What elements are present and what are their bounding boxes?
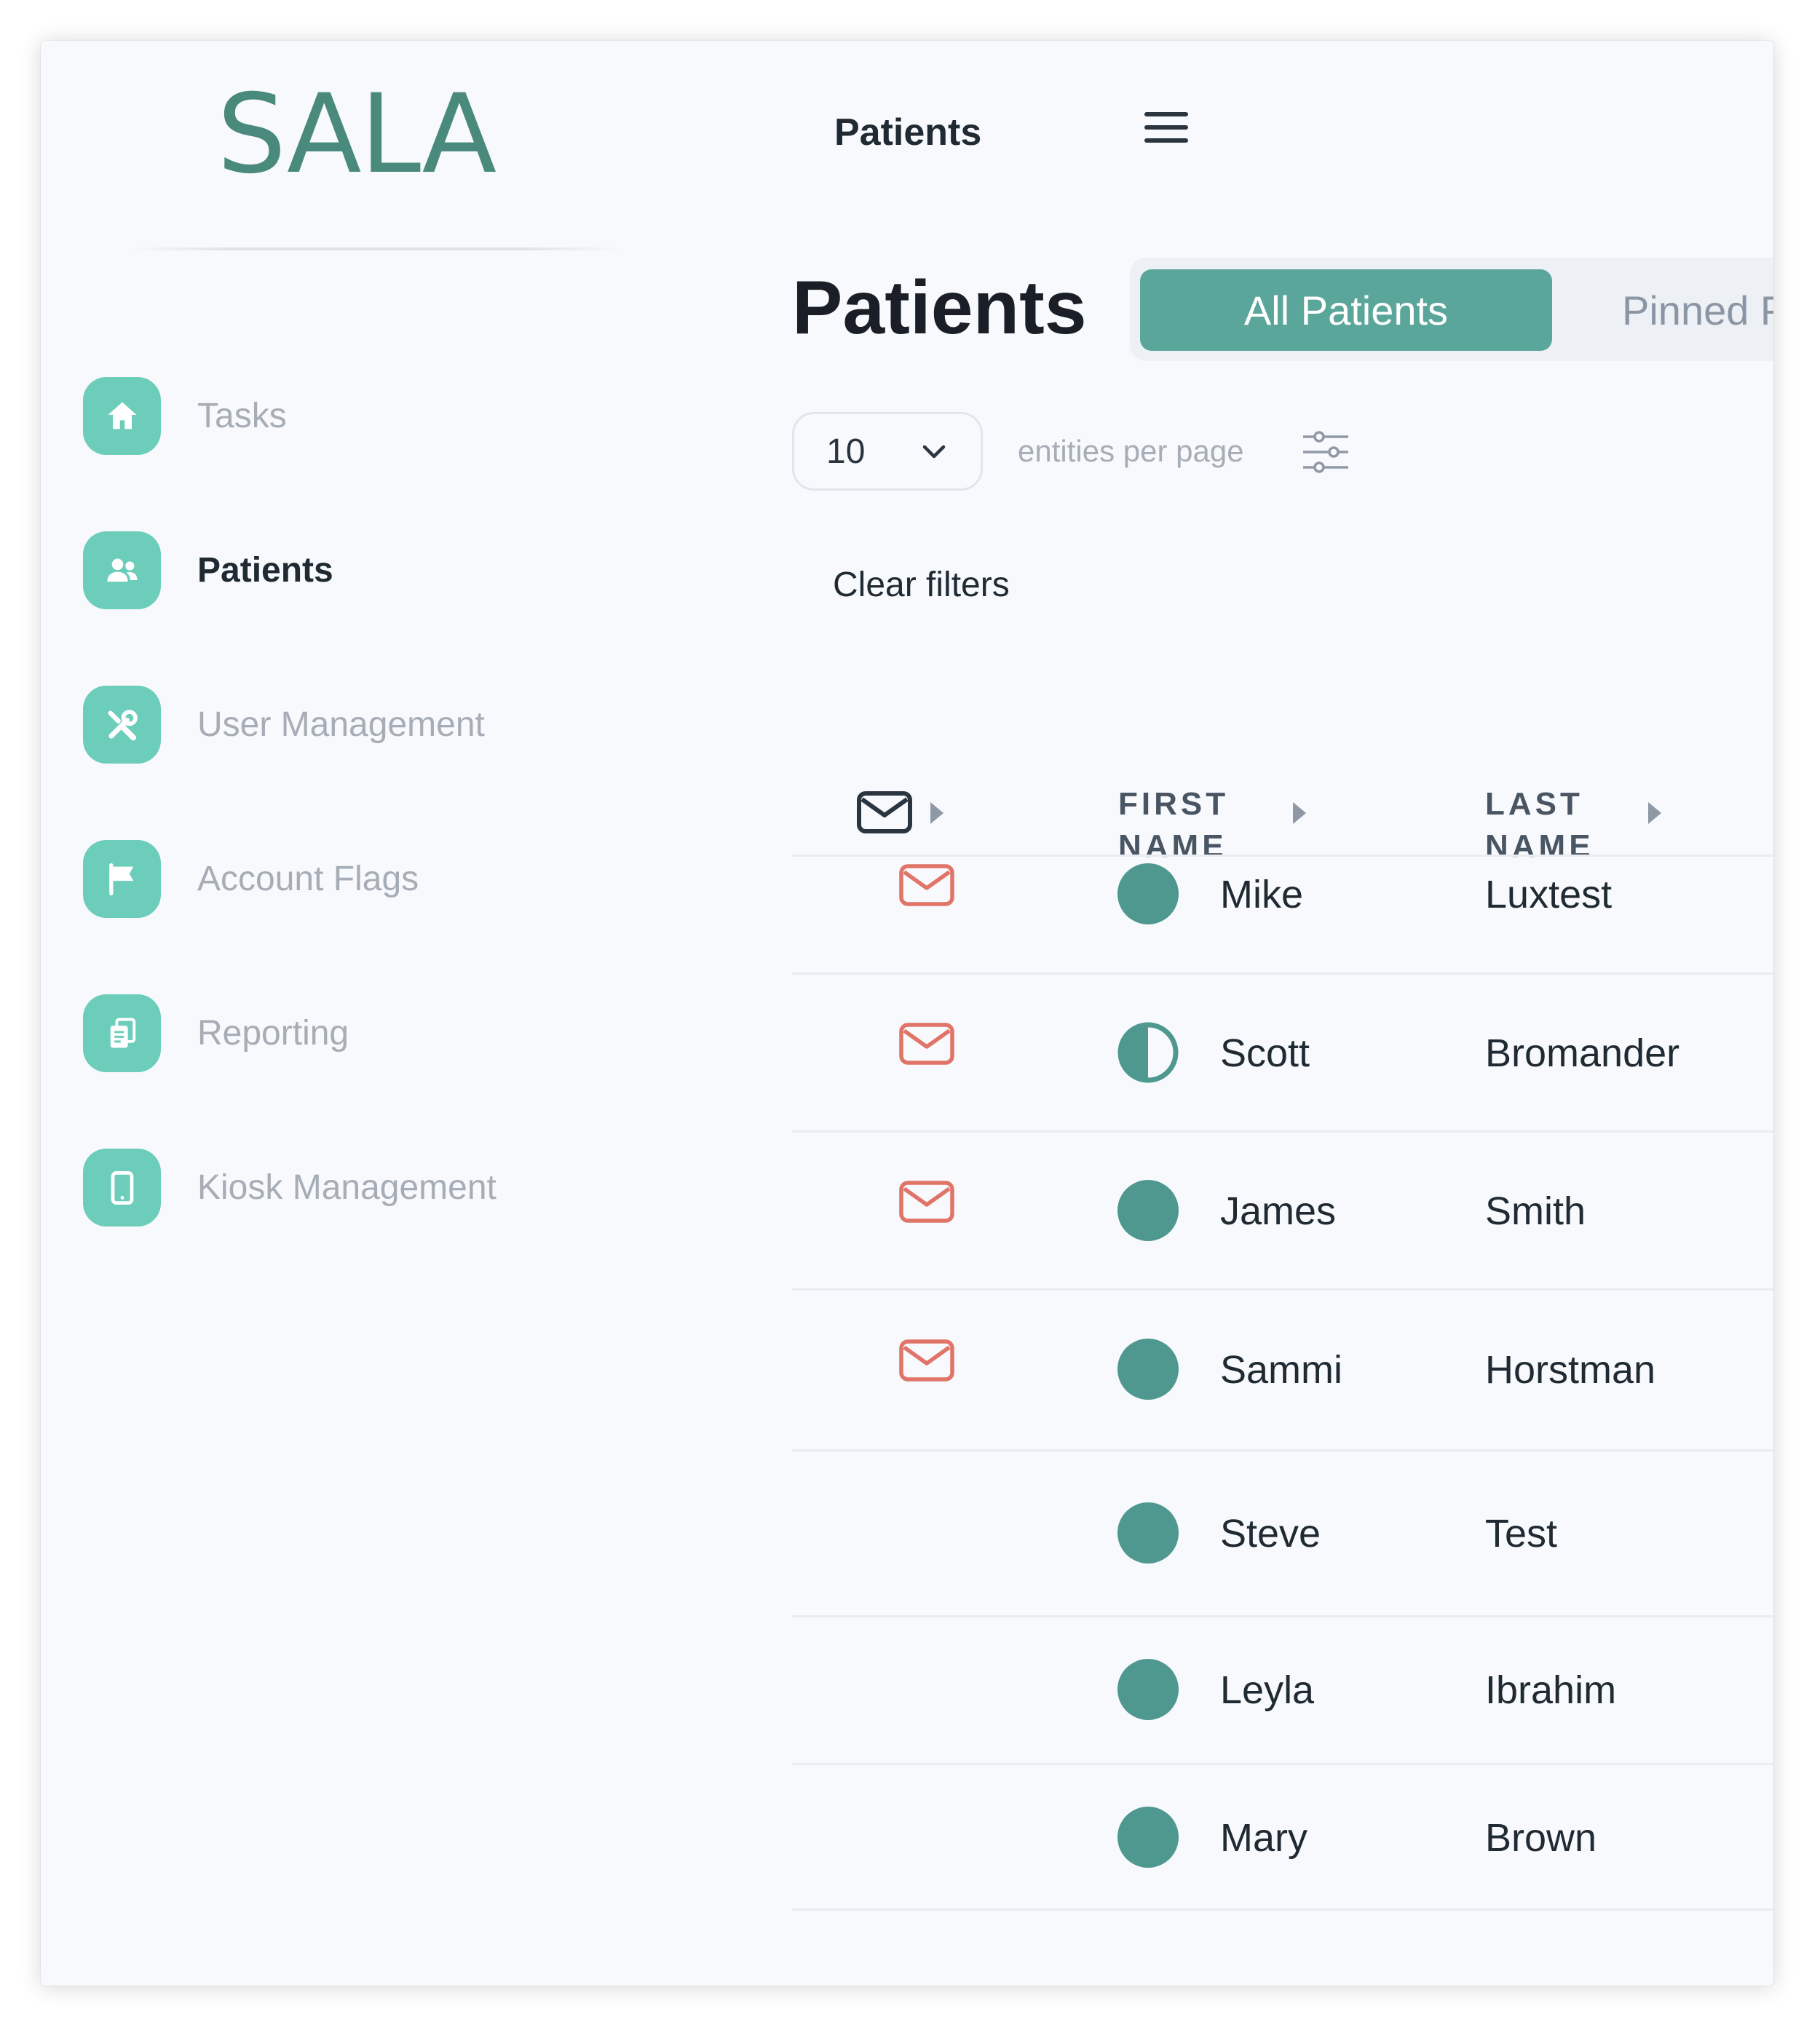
last-name-cell: Ibrahim: [1485, 1668, 1617, 1712]
home-icon: [83, 377, 161, 455]
sidebar-item-label: Patients: [197, 551, 333, 590]
last-name-cell: Horstman: [1485, 1348, 1656, 1392]
sort-arrow-icon[interactable]: [1291, 801, 1307, 825]
tablet-icon: [83, 1149, 161, 1226]
table-row[interactable]: Mike Luxtest: [792, 857, 1773, 930]
last-name-cell: Smith: [1485, 1189, 1586, 1233]
table-row[interactable]: Scott Bromander: [792, 1016, 1773, 1089]
per-page-select[interactable]: 10: [792, 412, 983, 491]
sidebar-item-account-flags[interactable]: Account Flags: [83, 801, 680, 956]
table-divider: [792, 1130, 1773, 1133]
sort-arrow-icon[interactable]: [929, 801, 945, 825]
app-window: SALA Tasks Patients User Management Acco…: [41, 41, 1773, 1986]
last-name-cell: Bromander: [1485, 1031, 1680, 1075]
mail-alert-icon[interactable]: [898, 863, 955, 907]
mail-icon[interactable]: [856, 789, 914, 836]
table-divider: [792, 1763, 1773, 1765]
table-divider: [792, 1288, 1773, 1291]
chevron-down-icon: [922, 445, 946, 459]
sidebar-item-label: Account Flags: [197, 860, 419, 898]
first-name-cell: Scott: [1220, 1031, 1310, 1075]
table-divider: [792, 1615, 1773, 1617]
status-half-icon: [1117, 1022, 1179, 1083]
users-icon: [83, 531, 161, 609]
flag-icon: [83, 840, 161, 918]
last-name-cell: Luxtest: [1485, 873, 1613, 916]
table-divider: [792, 1449, 1773, 1451]
table-row[interactable]: Steve Test: [792, 1497, 1773, 1569]
sort-arrow-icon[interactable]: [1647, 801, 1663, 825]
table-divider: [792, 1909, 1773, 1911]
first-name-cell: Mary: [1220, 1816, 1307, 1860]
sala-logo[interactable]: SALA: [217, 80, 496, 189]
table-row[interactable]: James Smith: [792, 1174, 1773, 1247]
mail-alert-icon[interactable]: [898, 1022, 955, 1066]
patient-tabs: All Patients Pinned P: [1130, 258, 1773, 361]
sidebar-item-label: Tasks: [197, 397, 287, 435]
sidebar-item-user-management[interactable]: User Management: [83, 647, 680, 802]
first-name-cell: Mike: [1220, 873, 1304, 916]
status-dot-icon: [1117, 1339, 1179, 1400]
tab-pinned-patients[interactable]: Pinned P: [1622, 269, 1773, 351]
sidebar-item-kiosk-management[interactable]: Kiosk Management: [83, 1110, 680, 1265]
table-row[interactable]: Leyla Ibrahim: [792, 1653, 1773, 1726]
status-dot-icon: [1117, 1502, 1179, 1564]
topbar-title: Patients: [834, 111, 982, 154]
table-row[interactable]: Mary Brown: [792, 1801, 1773, 1874]
sidebar-item-label: Reporting: [197, 1014, 349, 1053]
first-name-cell: Sammi: [1220, 1348, 1343, 1392]
documents-icon: [83, 994, 161, 1072]
first-name-cell: Leyla: [1220, 1668, 1315, 1712]
sidebar-item-patients[interactable]: Patients: [83, 493, 680, 648]
sliders-icon[interactable]: [1300, 427, 1351, 477]
status-dot-icon: [1117, 863, 1179, 924]
sidebar-item-label: User Management: [197, 705, 485, 744]
page-title: Patients: [792, 266, 1087, 350]
mail-alert-icon[interactable]: [898, 1339, 955, 1382]
tab-all-patients[interactable]: All Patients: [1140, 269, 1552, 351]
sidebar-item-label: Kiosk Management: [197, 1168, 496, 1207]
table-row[interactable]: Sammi Horstman: [792, 1333, 1773, 1406]
per-page-label: entities per page: [1018, 434, 1244, 468]
clear-filters-button[interactable]: Clear filters: [833, 565, 1010, 605]
tools-icon: [83, 686, 161, 764]
status-dot-icon: [1117, 1659, 1179, 1720]
hamburger-icon[interactable]: [1144, 112, 1188, 148]
first-name-cell: Steve: [1220, 1512, 1321, 1556]
sidebar-nav: Tasks Patients User Management Account F…: [83, 339, 680, 1265]
per-page-value: 10: [826, 432, 866, 471]
mail-alert-icon[interactable]: [898, 1180, 955, 1224]
last-name-cell: Test: [1485, 1512, 1558, 1556]
last-name-cell: Brown: [1485, 1816, 1597, 1860]
table-divider: [792, 972, 1773, 975]
first-name-cell: James: [1220, 1189, 1337, 1233]
sidebar-item-reporting[interactable]: Reporting: [83, 956, 680, 1111]
sidebar-item-tasks[interactable]: Tasks: [83, 338, 680, 494]
status-dot-icon: [1117, 1807, 1179, 1868]
sidebar-divider: [128, 247, 623, 250]
status-dot-icon: [1117, 1180, 1179, 1241]
table-divider: [792, 855, 1773, 857]
